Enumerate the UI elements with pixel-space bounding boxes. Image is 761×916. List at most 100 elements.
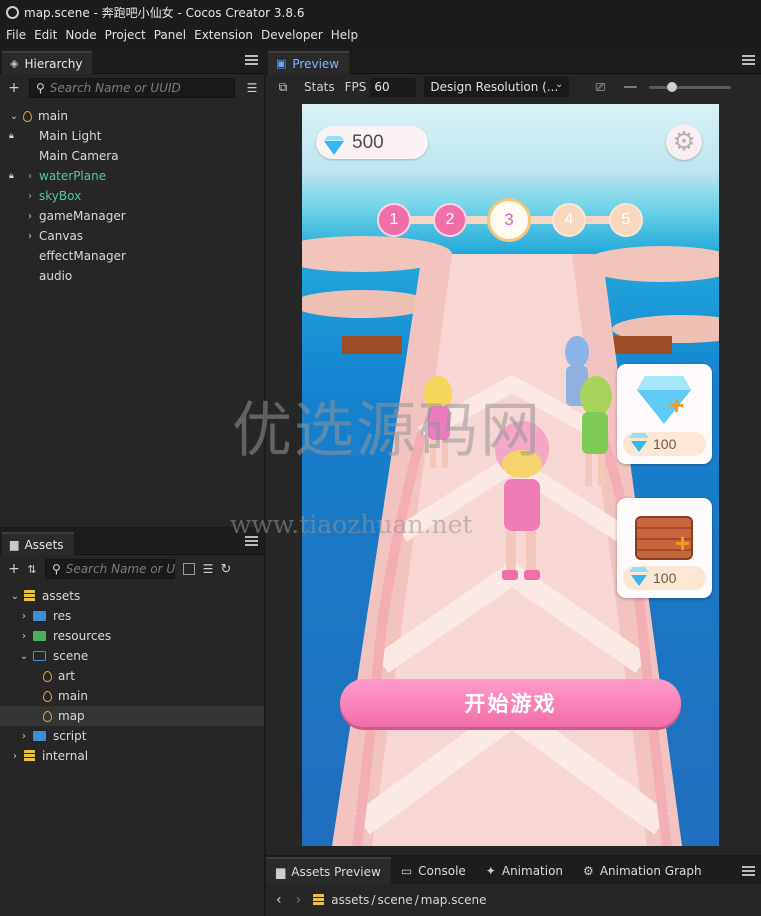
collapse-all-icon[interactable]: ☰ <box>199 562 217 576</box>
tree-node-main[interactable]: ⌄ main <box>0 106 264 126</box>
settings-gear-button[interactable]: ⚙ <box>666 124 702 160</box>
menu-file[interactable]: File <box>6 28 26 42</box>
menu-help[interactable]: Help <box>331 28 358 42</box>
zoom-slider-knob[interactable] <box>667 81 678 92</box>
shop-card-crate[interactable]: + 100 <box>617 498 712 598</box>
preview-menu-icon[interactable] <box>742 55 755 65</box>
asset-label: main <box>58 689 88 703</box>
add-asset-icon[interactable]: + <box>5 561 23 577</box>
assets-search: ⚲ <box>45 559 176 579</box>
zoom-slider[interactable] <box>649 81 732 92</box>
path-segment[interactable]: map.scene <box>421 893 487 907</box>
tree-node-main-camera[interactable]: Main Camera <box>0 146 264 166</box>
asset-item-assets[interactable]: ⌄ assets <box>0 586 264 606</box>
fps-input[interactable]: 60 <box>370 77 417 97</box>
chevron-right-icon[interactable]: › <box>24 191 36 202</box>
console-icon: ▭ <box>400 863 413 878</box>
fps-label: FPS <box>344 80 367 94</box>
shop-card-diamond[interactable]: + 100 <box>617 364 712 464</box>
assets-tabstrip: ▆ Assets <box>0 529 264 555</box>
chevron-down-icon[interactable]: ⌄ <box>9 591 21 602</box>
chevron-right-icon[interactable]: › <box>24 171 36 182</box>
start-game-button[interactable]: 开始游戏 <box>340 679 681 727</box>
sort-icon[interactable]: ⇅ <box>23 563 41 576</box>
refresh-icon[interactable]: ↻ <box>217 562 235 577</box>
tree-node-label: audio <box>39 269 73 283</box>
path-segment[interactable]: scene <box>377 893 412 907</box>
tab-console[interactable]: ▭ Console <box>391 857 476 884</box>
asset-label: map <box>58 709 85 723</box>
add-node-icon[interactable]: + <box>5 80 23 96</box>
bottom-tabstrip: ▆ Assets Preview ▭ Console ✦ Animation ⚙… <box>266 857 761 884</box>
menu-node[interactable]: Node <box>65 28 96 42</box>
asset-item-main[interactable]: main <box>0 686 264 706</box>
plus-icon: + <box>669 390 685 420</box>
rotate-device-icon[interactable]: ⎚ <box>591 80 609 95</box>
assets-search-input[interactable] <box>65 562 176 576</box>
tab-label: Animation <box>501 863 564 878</box>
search-icon: ⚲ <box>36 81 45 95</box>
tab-animation[interactable]: ✦ Animation <box>476 857 573 884</box>
menu-edit[interactable]: Edit <box>34 28 57 42</box>
tab-assets[interactable]: ▆ Assets <box>2 532 74 555</box>
hierarchy-menu-icon[interactable] <box>245 55 258 65</box>
tab-assets-label: Assets <box>24 537 64 552</box>
menu-developer[interactable]: Developer <box>261 28 323 42</box>
tree-node-gamemanager[interactable]: › gameManager <box>0 206 264 226</box>
tree-node-audio[interactable]: audio <box>0 266 264 286</box>
gem-counter: 500 <box>316 126 428 159</box>
asset-label: script <box>53 729 87 743</box>
asset-item-map[interactable]: map <box>0 706 264 726</box>
chevron-right-icon[interactable]: › <box>24 231 36 242</box>
tree-node-label: waterPlane <box>39 169 107 183</box>
menu-extension[interactable]: Extension <box>194 28 253 42</box>
tab-preview[interactable]: ▣ Preview <box>268 51 350 74</box>
forward-arrow-icon[interactable]: › <box>296 892 302 908</box>
tab-hierarchy[interactable]: ◈ Hierarchy <box>2 51 93 74</box>
asset-item-art[interactable]: art <box>0 666 264 686</box>
chevron-right-icon[interactable]: › <box>24 211 36 222</box>
chevron-right-icon[interactable]: › <box>9 751 21 762</box>
tree-node-main-light[interactable]: 🔒︎ Main Light <box>0 126 264 146</box>
animation-graph-icon: ⚙ <box>583 863 594 878</box>
asset-item-internal[interactable]: › internal <box>0 746 264 766</box>
menu-panel[interactable]: Panel <box>154 28 186 42</box>
tree-node-canvas[interactable]: › Canvas <box>0 226 264 246</box>
asset-item-res[interactable]: › res <box>0 606 264 626</box>
path-segment[interactable]: assets <box>331 893 369 907</box>
resources-folder-icon <box>33 631 46 641</box>
game-viewport[interactable]: 500 ⚙ 1 2 3 4 5 + 100 + 100 开始游戏 <box>302 104 719 846</box>
stats-button[interactable]: Stats <box>304 80 335 94</box>
menu-project[interactable]: Project <box>105 28 146 42</box>
asset-item-script[interactable]: › script <box>0 726 264 746</box>
asset-item-resources[interactable]: › resources <box>0 626 264 646</box>
level-node-3: 3 <box>487 198 531 242</box>
chevron-down-icon[interactable]: ⌄ <box>18 651 30 662</box>
back-arrow-icon[interactable]: ‹ <box>276 892 282 908</box>
chevron-down-icon: ⌄ <box>555 79 564 90</box>
chevron-down-icon[interactable]: ⌄ <box>8 111 20 122</box>
sort-list-icon[interactable]: ☰ <box>243 81 261 95</box>
chevron-right-icon[interactable]: › <box>18 731 30 742</box>
zoom-out-icon[interactable]: — <box>621 79 639 95</box>
tree-node-skybox[interactable]: › skyBox <box>0 186 264 206</box>
gear-icon: ⚙ <box>672 127 696 157</box>
lock-icon[interactable]: 🔒︎ <box>9 171 14 181</box>
tree-node-label: gameManager <box>39 209 126 223</box>
bottom-menu-icon[interactable] <box>742 866 755 876</box>
tree-node-waterplane[interactable]: 🔒︎ › waterPlane <box>0 166 264 186</box>
shop-price-diamond: 100 <box>623 432 706 456</box>
hierarchy-search-input[interactable] <box>49 81 200 95</box>
preview-toolbar: ⧉ Stats FPS 60 Design Resolution (... ⌄ … <box>266 74 761 100</box>
design-resolution-select[interactable]: Design Resolution (... ⌄ <box>424 77 570 97</box>
screenshot-icon[interactable]: ⧉ <box>274 80 292 95</box>
tree-node-effectmanager[interactable]: effectManager <box>0 246 264 266</box>
tab-animation-graph[interactable]: ⚙ Animation Graph <box>573 857 712 884</box>
asset-item-scene[interactable]: ⌄ scene <box>0 646 264 666</box>
chevron-right-icon[interactable]: › <box>18 611 30 622</box>
tab-assets-preview[interactable]: ▆ Assets Preview <box>266 857 391 884</box>
lock-icon[interactable]: 🔒︎ <box>9 131 14 141</box>
assets-menu-icon[interactable] <box>245 536 258 546</box>
chevron-right-icon[interactable]: › <box>18 631 30 642</box>
filter-checkbox[interactable] <box>183 563 195 575</box>
